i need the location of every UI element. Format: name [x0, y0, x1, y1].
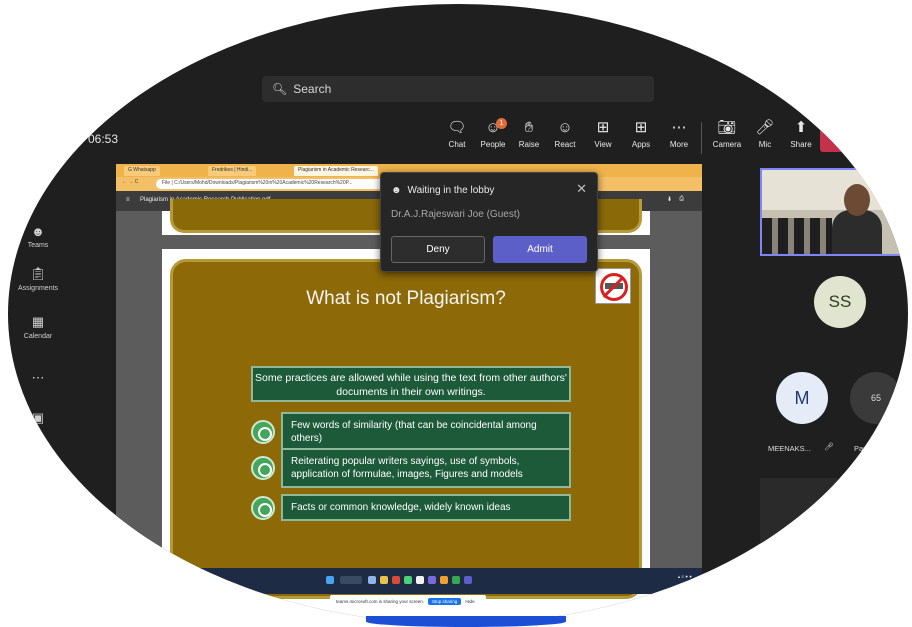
- screen-share-notice: teams.microsoft.com is sharing your scre…: [330, 595, 486, 607]
- slide-bullet: Reiterating popular writers sayings, use…: [251, 448, 571, 488]
- slide-bullet: Few words of similarity (that can be coi…: [251, 412, 571, 452]
- camera-button[interactable]: 📷︎ Camera: [708, 120, 746, 156]
- nav-arrows-icon[interactable]: ← → C: [122, 179, 138, 185]
- target-icon: [251, 495, 275, 520]
- apps-button[interactable]: ⊞ Apps: [622, 120, 660, 156]
- slide: What is not Plagiarism? Some practices a…: [170, 259, 642, 599]
- url-bar[interactable]: File | C:/Users/Mohd/Downloads/Plagiaris…: [156, 179, 386, 189]
- target-icon: [251, 420, 275, 444]
- no-plagiarism-icon: [595, 268, 631, 304]
- avatar[interactable]: SS: [814, 276, 866, 328]
- assignments-icon: 📋︎: [29, 266, 47, 281]
- taskbar-app-icon[interactable]: [404, 576, 412, 584]
- windows-taskbar: ▴ ≡ ● ●: [116, 568, 702, 594]
- taskbar-app-icon[interactable]: [380, 576, 388, 584]
- taskbar-app-icon[interactable]: [452, 576, 460, 584]
- participants-label: Participants: [854, 444, 894, 453]
- system-tray: ▴ ≡ ● ●: [677, 574, 692, 579]
- rail-store[interactable]: ▣: [16, 410, 60, 426]
- people-badge: 1: [496, 118, 507, 129]
- mic-button[interactable]: 🎤︎ Mic: [746, 120, 784, 156]
- people-button[interactable]: ☺ 1 People: [474, 118, 512, 156]
- hide-button[interactable]: Hide: [465, 599, 474, 604]
- rail-assignments[interactable]: 📋︎ Assignments: [16, 266, 60, 292]
- stop-sharing-button[interactable]: Stop sharing: [428, 597, 462, 605]
- leave-button[interactable]: [820, 120, 860, 152]
- avatar[interactable]: M: [776, 372, 828, 424]
- smile-icon: ☺: [557, 119, 573, 136]
- video-tile[interactable]: [760, 478, 908, 604]
- slide-title: What is not Plagiarism?: [306, 288, 506, 309]
- search-bar[interactable]: 🔍︎ Search: [262, 76, 654, 102]
- target-icon: [251, 456, 275, 480]
- blue-bar: [366, 616, 566, 627]
- mic-off-icon: 🎤︎: [824, 442, 834, 451]
- chat-button[interactable]: 🗨︎ Chat: [438, 120, 476, 156]
- deny-button[interactable]: Deny: [391, 236, 485, 263]
- chat-icon: 🗨︎: [447, 119, 467, 136]
- more-icon: ⋯: [671, 119, 687, 136]
- more-button[interactable]: ⋯ More: [660, 120, 698, 156]
- admit-button[interactable]: Admit: [493, 236, 587, 263]
- lobby-title: Waiting in the lobby: [407, 185, 495, 196]
- close-icon[interactable]: ✕: [576, 181, 587, 197]
- plus-icon: ⊞: [634, 119, 648, 136]
- rail-more[interactable]: ⋯: [16, 370, 60, 386]
- lobby-notification: ☻ Waiting in the lobby ✕ Dr.A.J.Rajeswar…: [380, 172, 598, 272]
- share-button[interactable]: ⬆︎ Share: [782, 120, 820, 156]
- meeting-timer: 06:53: [88, 132, 119, 146]
- start-icon[interactable]: [326, 576, 334, 584]
- rail-calendar[interactable]: ▦ Calendar: [16, 314, 60, 340]
- browser-tab[interactable]: G Whatsapp: [124, 166, 160, 176]
- taskbar-app-icon[interactable]: [368, 576, 376, 584]
- browser-tab[interactable]: Fredrikes | Hindi...: [208, 166, 257, 176]
- participants-count[interactable]: 65: [850, 372, 902, 424]
- slide-intro: Some practices are allowed while using t…: [251, 366, 571, 402]
- share-icon: ⬆︎: [794, 119, 808, 136]
- teams-meeting-window: 🔍︎ Search 06:53 🗨︎ Chat ☺ 1 People ✋︎ Ra…: [8, 4, 908, 624]
- taskbar-search-icon[interactable]: [340, 576, 362, 584]
- browser-tab-active[interactable]: Plagiarism in Academic Researc...: [294, 166, 378, 176]
- taskbar-app-icon[interactable]: [464, 576, 472, 584]
- slide-bullet: Facts or common knowledge, widely known …: [251, 494, 571, 521]
- download-icon[interactable]: ⬇︎: [667, 196, 672, 203]
- taskbar-app-icon[interactable]: [392, 576, 400, 584]
- store-icon: ▣: [31, 410, 45, 425]
- grid-icon: ⊞: [596, 119, 610, 136]
- mic-off-icon: 🎤︎: [755, 119, 775, 136]
- more-apps-icon: ⋯: [31, 370, 45, 385]
- search-icon: 🔍︎: [272, 82, 288, 96]
- calendar-icon: ▦: [31, 314, 45, 329]
- camera-off-icon: 📷︎: [717, 119, 737, 136]
- taskbar-app-icon[interactable]: [416, 576, 424, 584]
- people-waiting-icon: ☻: [391, 185, 402, 196]
- teams-icon: ☻: [31, 224, 45, 239]
- raise-hand-button[interactable]: ✋︎ Raise: [510, 120, 548, 156]
- hand-icon: ✋︎: [524, 119, 534, 136]
- participant-name: MEENAKS...: [768, 444, 811, 453]
- print-icon[interactable]: ⎙: [679, 196, 684, 203]
- participant-video[interactable]: [760, 168, 908, 256]
- toolbar-divider: [701, 122, 702, 154]
- view-button[interactable]: ⊞ View: [584, 120, 622, 156]
- lobby-guest-name: Dr.A.J.Rajeswari Joe (Guest): [391, 209, 520, 220]
- taskbar-app-icon[interactable]: [440, 576, 448, 584]
- taskbar-app-icon[interactable]: [428, 576, 436, 584]
- rail-teams[interactable]: ☻ Teams: [16, 224, 60, 249]
- react-button[interactable]: ☺ React: [546, 120, 584, 156]
- search-placeholder: Search: [293, 82, 332, 96]
- menu-icon[interactable]: ≡: [126, 197, 130, 203]
